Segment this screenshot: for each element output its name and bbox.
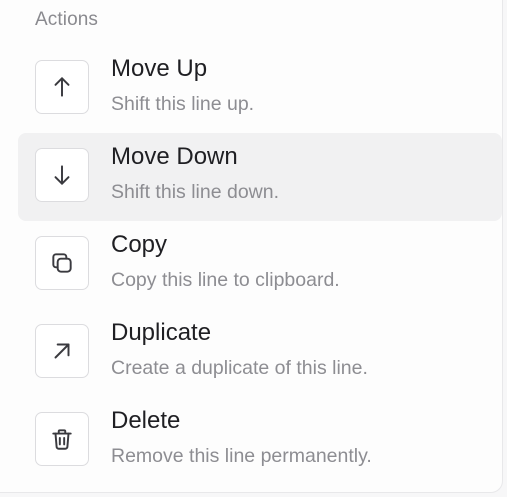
menu-item-description: Remove this line permanently. [111, 445, 372, 467]
menu-item-description: Shift this line up. [111, 93, 255, 115]
trash-icon [35, 412, 89, 466]
menu-item-description: Shift this line down. [111, 181, 280, 203]
menu-item-move-down[interactable]: Move Down Shift this line down. [18, 133, 502, 221]
menu-item-title: Copy [111, 231, 168, 258]
menu-item-delete[interactable]: Delete Remove this line permanently. [18, 397, 502, 485]
menu-item-description: Copy this line to clipboard. [111, 269, 340, 291]
arrow-up-icon [35, 60, 89, 114]
menu-item-copy[interactable]: Copy Copy this line to clipboard. [18, 221, 502, 309]
menu-item-move-up[interactable]: Move Up Shift this line up. [18, 45, 502, 133]
arrow-up-right-icon [35, 324, 89, 378]
menu-item-title: Duplicate [111, 319, 212, 346]
menu-item-description: Create a duplicate of this line. [111, 357, 368, 379]
menu-item-title: Move Up [111, 55, 208, 82]
menu-item-title: Delete [111, 407, 181, 434]
actions-menu: Actions Move Up Shift this line up. Move… [0, 0, 503, 493]
menu-item-duplicate[interactable]: Duplicate Create a duplicate of this lin… [18, 309, 502, 397]
arrow-down-icon [35, 148, 89, 202]
section-title: Actions [35, 9, 99, 30]
menu-item-title: Move Down [111, 143, 238, 170]
copy-icon [35, 236, 89, 290]
